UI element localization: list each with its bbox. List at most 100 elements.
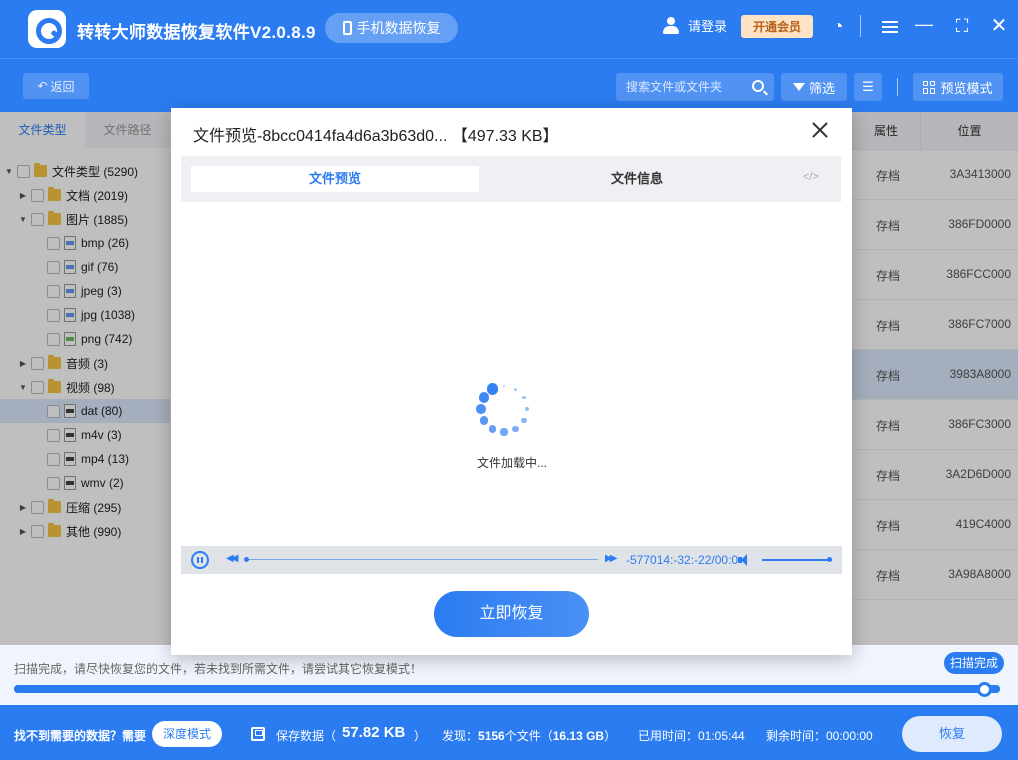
seek-track[interactable]: [245, 559, 598, 560]
tree-item[interactable]: dat (80): [0, 399, 170, 423]
tree-item[interactable]: jpg (1038): [0, 303, 170, 327]
tree-checkbox[interactable]: [47, 476, 60, 490]
minimize-icon[interactable]: —: [914, 14, 934, 34]
expand-arrow-icon[interactable]: ▼: [4, 167, 14, 176]
table-row[interactable]: 存档 3A2D6D000: [852, 450, 1018, 500]
back-button[interactable]: ↶ 返回: [23, 73, 89, 99]
tree-checkbox[interactable]: [47, 284, 60, 298]
tree-checkbox[interactable]: [47, 236, 60, 250]
search-icon[interactable]: [752, 80, 764, 92]
table-row[interactable]: 存档 386FD0000: [852, 200, 1018, 250]
list-search-icon: ☰: [862, 79, 874, 94]
tree-item[interactable]: ▶ 压缩 (295): [0, 495, 170, 519]
volume-icon[interactable]: [738, 554, 750, 566]
search-input[interactable]: [616, 73, 746, 101]
tree-checkbox[interactable]: [47, 452, 60, 466]
column-header-attr[interactable]: 属性: [852, 112, 921, 150]
spinner-dot: [488, 424, 497, 433]
folder-icon: [48, 499, 61, 513]
tree-checkbox[interactable]: [47, 308, 60, 322]
pause-icon[interactable]: [191, 551, 209, 569]
tree-item[interactable]: ▼ 图片 (1885): [0, 207, 170, 231]
collapse-arrow-icon[interactable]: ▶: [18, 527, 28, 536]
deep-mode-button[interactable]: 深度模式: [152, 721, 222, 747]
tree-item[interactable]: m4v (3): [0, 423, 170, 447]
save-icon[interactable]: [251, 727, 265, 741]
tab-file-path[interactable]: 文件路径: [85, 112, 170, 148]
tree-item[interactable]: ▶ 其他 (990): [0, 519, 170, 543]
close-icon[interactable]: [811, 121, 829, 139]
column-header-position[interactable]: 位置: [921, 112, 1018, 150]
tree-item[interactable]: ▼ 文件类型 (5290): [0, 159, 170, 183]
collapse-arrow-icon[interactable]: ▶: [18, 359, 28, 368]
toolbar-divider: [897, 78, 898, 96]
maximize-icon[interactable]: ⛶: [952, 16, 972, 36]
tab-file-type[interactable]: 文件类型: [0, 112, 85, 148]
table-row[interactable]: 存档 3A98A8000: [852, 550, 1018, 600]
sidebar-tabs: 文件类型 文件路径: [0, 112, 170, 148]
volume-track[interactable]: [762, 559, 832, 561]
save-data-label[interactable]: 保存数据（: [276, 727, 336, 744]
tree-item-label: png (742): [81, 332, 133, 346]
tree-item[interactable]: ▶ 音频 (3): [0, 351, 170, 375]
tree-item-label: 音频 (3): [66, 356, 109, 371]
found-size: 16.13 GB: [552, 729, 605, 743]
cell-position: 3983A8000: [949, 367, 1011, 381]
tree-checkbox[interactable]: [47, 260, 60, 274]
headset-icon[interactable]: ◔: [828, 16, 848, 36]
tree-checkbox[interactable]: [31, 524, 44, 538]
table-row[interactable]: 存档 386FC7000: [852, 300, 1018, 350]
fast-forward-icon[interactable]: ▶▶: [605, 553, 618, 564]
table-row[interactable]: 存档 419C4000: [852, 500, 1018, 550]
tree-checkbox[interactable]: [47, 332, 60, 346]
spinner-dot: [522, 395, 526, 400]
filter-icon: [792, 83, 805, 91]
tree-checkbox[interactable]: [31, 500, 44, 514]
close-window-icon[interactable]: ✕: [989, 16, 1009, 36]
tree-item[interactable]: ▶ 文档 (2019): [0, 183, 170, 207]
login-button[interactable]: 请登录: [662, 16, 727, 35]
volume-knob[interactable]: [827, 557, 832, 562]
table-row[interactable]: 存档 386FCC000: [852, 250, 1018, 300]
image-file-icon: [64, 260, 76, 274]
recover-button[interactable]: 恢复: [902, 716, 1002, 752]
tree-checkbox[interactable]: [31, 188, 44, 202]
filter-button[interactable]: 筛选: [781, 73, 847, 101]
tree-checkbox[interactable]: [31, 356, 44, 370]
expand-arrow-icon[interactable]: ▼: [18, 215, 28, 224]
tree-checkbox[interactable]: [17, 164, 30, 178]
seek-knob[interactable]: [244, 557, 249, 562]
rewind-icon[interactable]: ◀◀: [226, 553, 239, 564]
vip-button[interactable]: 开通会员: [741, 15, 813, 38]
expand-arrow-icon[interactable]: ▼: [18, 383, 28, 392]
tree-item[interactable]: jpeg (3): [0, 279, 170, 303]
loading-text: 文件加载中...: [477, 456, 548, 470]
tab-file-info[interactable]: 文件信息: [493, 166, 781, 192]
filter-label: 筛选: [808, 80, 835, 96]
file-preview-dialog: 文件预览-8bcc0414fa4d6a3b63d0... 【497.33 KB】…: [171, 108, 852, 655]
collapse-arrow-icon[interactable]: ▶: [18, 503, 28, 512]
table-row[interactable]: 存档 386FC3000: [852, 400, 1018, 450]
image-file-icon: [64, 308, 76, 322]
code-icon[interactable]: </>: [803, 171, 819, 183]
tree-checkbox[interactable]: [47, 404, 60, 418]
tree-item[interactable]: mp4 (13): [0, 447, 170, 471]
preview-mode-button[interactable]: 预览模式: [913, 73, 1003, 101]
tree-item[interactable]: wmv (2): [0, 471, 170, 495]
tab-file-preview[interactable]: 文件预览: [191, 166, 479, 192]
tree-item[interactable]: ▼ 视频 (98): [0, 375, 170, 399]
table-row[interactable]: 存档 3A3413000: [852, 150, 1018, 200]
tree-checkbox[interactable]: [31, 212, 44, 226]
table-row[interactable]: 存档 3983A8000: [852, 350, 1018, 400]
title-bar: 转转大师数据恢复软件V2.0.8.9 手机数据恢复 请登录 开通会员 ◔ — ⛶…: [0, 0, 1018, 58]
quick-search-button[interactable]: ☰: [854, 73, 882, 101]
tree-item[interactable]: gif (76): [0, 255, 170, 279]
tree-checkbox[interactable]: [47, 428, 60, 442]
phone-recovery-button[interactable]: 手机数据恢复: [325, 13, 458, 43]
tree-item[interactable]: bmp (26): [0, 231, 170, 255]
tree-item[interactable]: png (742): [0, 327, 170, 351]
tree-checkbox[interactable]: [31, 380, 44, 394]
menu-icon[interactable]: [880, 18, 900, 38]
recover-now-button[interactable]: 立即恢复: [434, 591, 589, 637]
collapse-arrow-icon[interactable]: ▶: [18, 191, 28, 200]
